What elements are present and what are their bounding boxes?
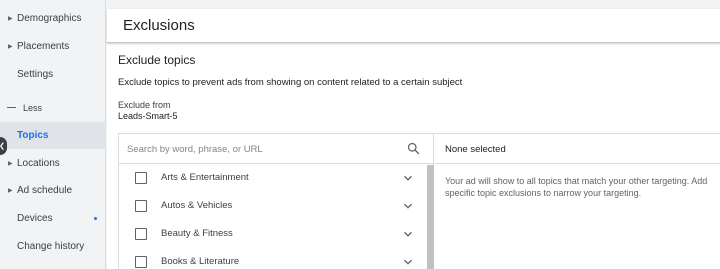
top-strip [107,0,720,9]
page-title: Exclusions [123,17,195,34]
sidebar-item-settings[interactable]: Settings [0,61,106,88]
topic-checkbox[interactable] [135,172,147,184]
selected-header: None selected [435,134,720,164]
topic-picker: Arts & Entertainment Autos & Vehicles Be… [118,133,720,269]
sidebar-item-label: Demographics [17,13,82,24]
topic-checkbox[interactable] [135,256,147,268]
search-icon[interactable] [406,141,421,156]
less-label: Less [23,102,43,113]
sidebar-item-topics[interactable]: Topics [0,122,106,149]
chevron-down-icon[interactable] [401,255,415,269]
topic-label: Beauty & Fitness [161,228,233,239]
sidebar: ▶ Demographics ▶ Placements Settings Les… [0,0,106,269]
exclude-from-label: Exclude from [118,100,171,110]
sidebar-item-label: Ad schedule [17,185,73,196]
selected-topics-pane: None selected Your ad will show to all t… [435,134,720,269]
chevron-left-icon: ❮ [0,142,5,150]
chevron-down-icon[interactable] [401,227,415,241]
sidebar-item-change-history[interactable]: Change history [0,233,106,260]
topic-checkbox[interactable] [135,200,147,212]
topic-row-books-literature[interactable]: Books & Literature [119,248,427,269]
notification-dot-icon [94,217,97,220]
caret-right-icon: ▶ [8,188,13,194]
section-title: Exclude topics [118,53,196,67]
topic-list-pane: Arts & Entertainment Autos & Vehicles Be… [119,134,434,269]
main-content: Exclusions Exclude topics Exclude topics… [107,0,720,269]
targeting-info-text: Your ad will show to all topics that mat… [445,176,708,198]
search-row [119,134,433,164]
topic-row-arts-entertainment[interactable]: Arts & Entertainment [119,164,427,192]
topic-checkbox[interactable] [135,228,147,240]
chevron-down-icon[interactable] [401,199,415,213]
topic-row-beauty-fitness[interactable]: Beauty & Fitness [119,220,427,248]
sidebar-item-placements[interactable]: ▶ Placements [0,33,106,60]
search-input[interactable] [127,140,387,158]
exclude-from-value: Leads-Smart-5 [118,111,178,121]
topic-label: Autos & Vehicles [161,200,233,211]
chevron-down-icon[interactable] [401,171,415,185]
selected-count-label: None selected [445,144,506,155]
sidebar-item-label: Devices [17,213,53,224]
topic-label: Arts & Entertainment [161,172,249,183]
sidebar-item-locations[interactable]: ▶ Locations [0,150,106,177]
sidebar-item-label: Settings [17,69,54,80]
collapse-line-icon [7,107,16,108]
page-header: Exclusions [107,9,720,43]
sidebar-item-label: Topics [17,130,49,141]
sidebar-item-label: Placements [17,41,70,52]
sidebar-item-demographics[interactable]: ▶ Demographics [0,5,106,32]
sidebar-less-toggle[interactable]: Less [0,94,106,121]
sidebar-item-label: Change history [17,241,85,252]
sidebar-item-ad-schedule[interactable]: ▶ Ad schedule [0,177,106,204]
sidebar-item-devices[interactable]: Devices [0,205,106,232]
section-description: Exclude topics to prevent ads from showi… [118,77,463,88]
caret-right-icon: ▶ [8,16,13,22]
sidebar-item-label: Locations [17,158,60,169]
caret-right-icon: ▶ [8,44,13,50]
caret-right-icon: ▶ [8,161,13,167]
topic-label: Books & Literature [161,256,240,267]
topic-list-scrollbar[interactable] [427,165,434,269]
topic-row-autos-vehicles[interactable]: Autos & Vehicles [119,192,427,220]
